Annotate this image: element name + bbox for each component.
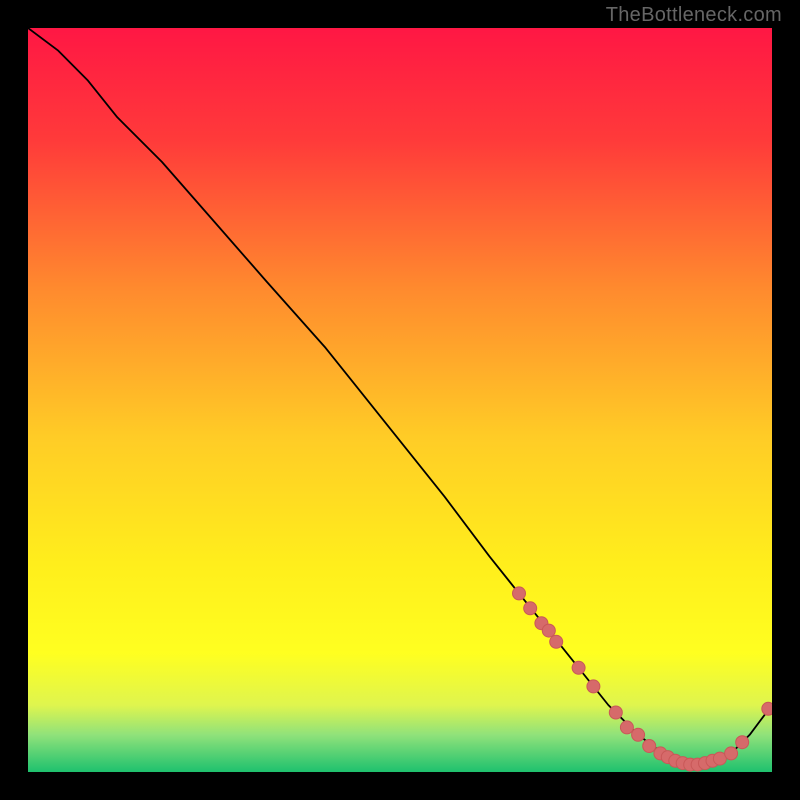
watermark-text: TheBottleneck.com (606, 4, 782, 27)
data-marker (542, 624, 555, 637)
data-marker (609, 706, 622, 719)
data-marker (513, 587, 526, 600)
data-marker (762, 702, 772, 715)
chart-plot-area (28, 28, 772, 772)
data-marker (725, 747, 738, 760)
data-marker (550, 635, 563, 648)
data-marker (524, 602, 537, 615)
data-marker (643, 740, 656, 753)
data-marker (632, 728, 645, 741)
data-marker (587, 680, 600, 693)
data-marker (736, 736, 749, 749)
data-marker (572, 661, 585, 674)
data-marker (620, 721, 633, 734)
